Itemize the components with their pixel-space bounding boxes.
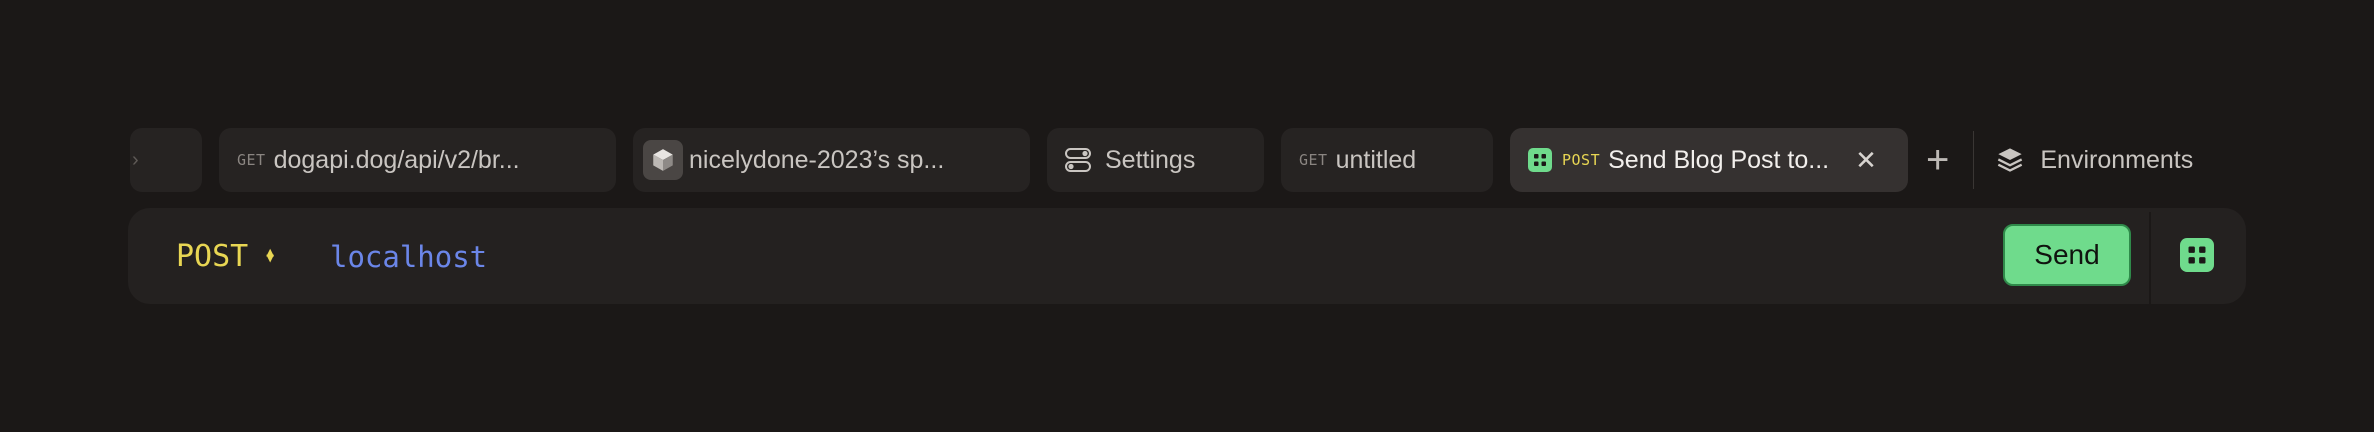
url-input[interactable] <box>328 234 1332 280</box>
tab-method: GET <box>237 151 266 169</box>
send-button[interactable]: Send <box>2003 224 2131 286</box>
url-bar: POST ▲▼ Send <box>128 208 2246 304</box>
environments-button[interactable]: Environments <box>1996 146 2193 175</box>
tab-label: dogapi.dog/api/v2/br... <box>273 145 520 174</box>
tab-method: GET <box>1299 151 1328 169</box>
toggle-settings-icon <box>1065 148 1091 172</box>
grid-app-icon[interactable] <box>2180 238 2214 272</box>
method-select[interactable]: POST ▲ ▼ <box>176 208 274 304</box>
tab-label: untitled <box>1335 145 1417 174</box>
add-tab-button[interactable]: + <box>1926 140 1949 180</box>
layers-icon <box>1998 148 2023 172</box>
tab-label: Send Blog Post to... <box>1608 145 1830 174</box>
tab-partial[interactable]: › <box>130 128 202 192</box>
tab-untitled[interactable]: GET untitled <box>1281 128 1493 192</box>
tab-dogapi[interactable]: GET dogapi.dog/api/v2/br... <box>219 128 616 192</box>
tab-method: POST <box>1562 151 1601 169</box>
tab-settings[interactable]: Settings <box>1047 128 1264 192</box>
divider <box>1973 131 1975 189</box>
divider <box>2149 212 2151 304</box>
tab-label: Settings <box>1105 145 1196 174</box>
tab-label: nicelydone-2023’s sp... <box>689 145 945 174</box>
close-icon[interactable]: ✕ <box>1855 145 1877 176</box>
tab-nicelydone[interactable]: nicelydone-2023’s sp... <box>633 128 1030 192</box>
package-icon <box>643 140 683 180</box>
tab-send-blog-post[interactable]: POST Send Blog Post to... ✕ <box>1510 128 1908 192</box>
environments-label: Environments <box>2040 145 2194 174</box>
sort-arrows-icon: ▲ ▼ <box>266 244 275 266</box>
chevron-right-icon: › <box>132 148 139 171</box>
method-label: POST <box>176 238 249 274</box>
tab-bar: › GET dogapi.dog/api/v2/br... nicelydone… <box>130 128 2193 192</box>
grid-app-icon <box>1528 148 1552 172</box>
